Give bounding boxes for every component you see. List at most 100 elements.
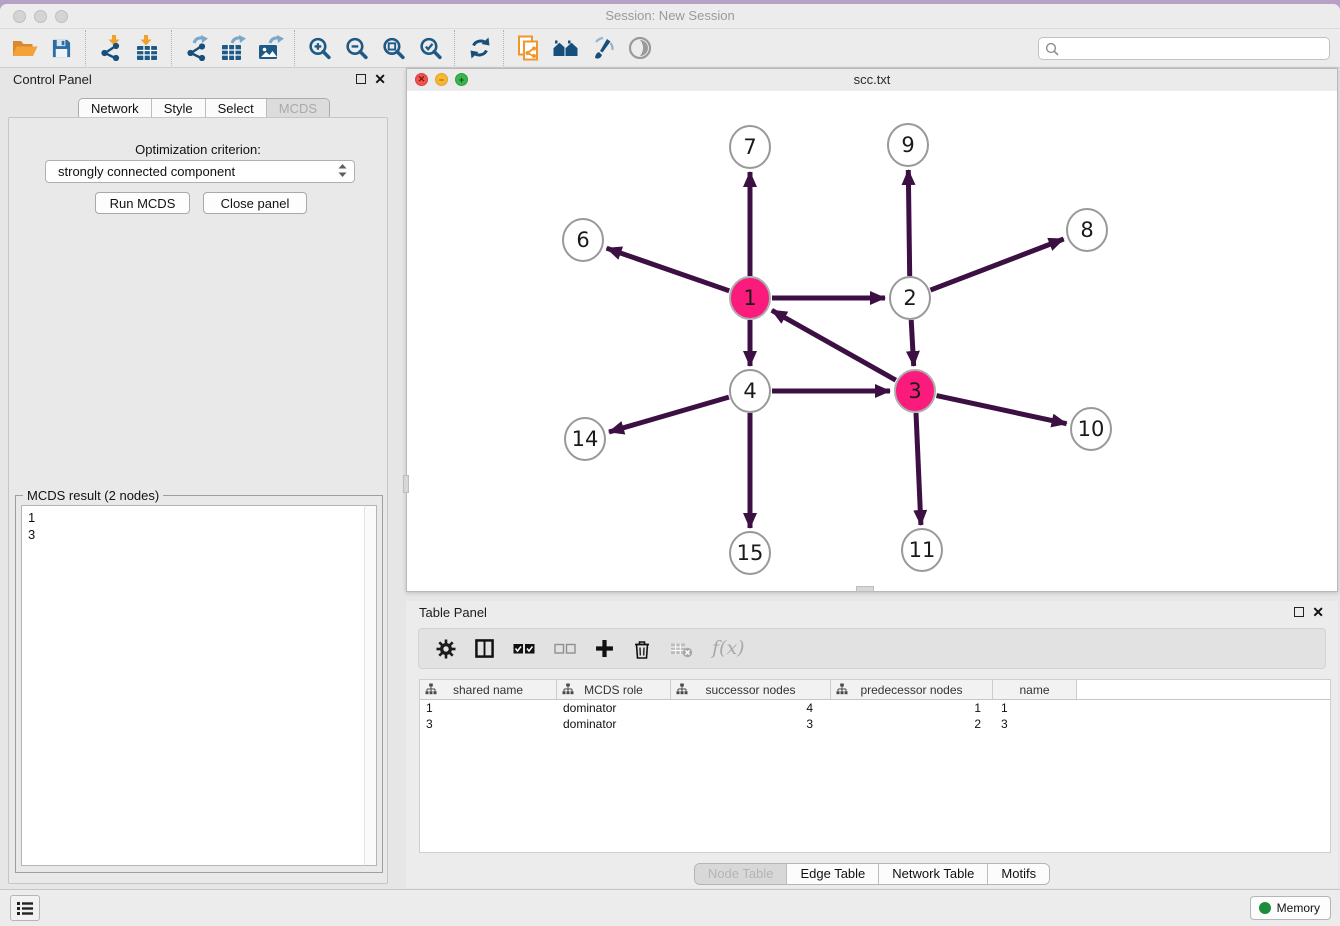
import-table-button[interactable] bbox=[129, 31, 166, 65]
graph-edge-3-1[interactable] bbox=[772, 310, 896, 380]
close-window-button[interactable] bbox=[13, 10, 26, 23]
graph-node-6[interactable]: 6 bbox=[563, 219, 603, 261]
table-row[interactable]: 1 dominator 4 1 1 bbox=[420, 700, 1330, 716]
graph-edge-2-8[interactable] bbox=[931, 239, 1064, 290]
close-table-panel-icon[interactable]: ✕ bbox=[1312, 606, 1324, 618]
graph-node-14[interactable]: 14 bbox=[565, 418, 605, 460]
show-graphics-button[interactable] bbox=[621, 31, 658, 65]
graph-node-2[interactable]: 2 bbox=[890, 277, 930, 319]
tab-motifs[interactable]: Motifs bbox=[988, 864, 1049, 884]
main-toolbar bbox=[0, 29, 1340, 68]
search-input[interactable] bbox=[1059, 40, 1329, 57]
splitter-grip-horizontal[interactable] bbox=[856, 586, 874, 592]
run-mcds-button[interactable]: Run MCDS bbox=[95, 192, 190, 214]
minimize-window-button[interactable] bbox=[34, 10, 47, 23]
table-settings-button[interactable] bbox=[436, 639, 456, 659]
import-network-button[interactable] bbox=[92, 31, 129, 65]
graph-node-3[interactable]: 3 bbox=[895, 370, 935, 412]
export-image-button[interactable] bbox=[252, 31, 289, 65]
tab-network-table[interactable]: Network Table bbox=[879, 864, 988, 884]
reset-home-button[interactable] bbox=[547, 31, 584, 65]
tab-edge-table[interactable]: Edge Table bbox=[787, 864, 879, 884]
mcds-result-text[interactable]: 1 3 bbox=[21, 505, 377, 866]
export-image-icon bbox=[258, 35, 284, 61]
column-header-predecessor-nodes[interactable]: predecessor nodes bbox=[831, 680, 993, 699]
header-filler bbox=[1077, 680, 1330, 699]
network-minimize-button[interactable]: − bbox=[435, 73, 448, 86]
network-canvas[interactable]: 1 2 3 4 6 7 8 9 10 11 14 15 bbox=[407, 91, 1337, 591]
network-graph[interactable]: 1 2 3 4 6 7 8 9 10 11 14 15 bbox=[407, 91, 1337, 591]
table-tabs-bar: Node Table Edge Table Network Table Moti… bbox=[406, 863, 1338, 885]
svg-text:8: 8 bbox=[1080, 218, 1093, 242]
select-stepper-icon bbox=[337, 163, 348, 181]
refresh-icon bbox=[468, 36, 492, 60]
network-close-button[interactable]: ✕ bbox=[415, 73, 428, 86]
export-network-button[interactable] bbox=[178, 31, 215, 65]
tab-style[interactable]: Style bbox=[152, 99, 206, 119]
delete-table-button-disabled bbox=[670, 640, 693, 658]
zoom-out-button[interactable] bbox=[338, 31, 375, 65]
result-scrollbar[interactable] bbox=[364, 505, 377, 866]
splitter-grip-vertical[interactable] bbox=[403, 475, 409, 493]
import-network-icon bbox=[99, 35, 123, 61]
graph-edge-3-10[interactable] bbox=[937, 396, 1067, 424]
toolbar-separator bbox=[294, 30, 296, 66]
zoom-in-button[interactable] bbox=[301, 31, 338, 65]
float-panel-icon[interactable] bbox=[356, 74, 366, 84]
home-icon bbox=[552, 37, 580, 59]
graph-node-15[interactable]: 15 bbox=[730, 532, 770, 574]
memory-button[interactable]: Memory bbox=[1250, 896, 1331, 920]
zoom-fit-button[interactable] bbox=[375, 31, 412, 65]
tab-node-table[interactable]: Node Table bbox=[695, 864, 788, 884]
graph-node-1[interactable]: 1 bbox=[730, 277, 770, 319]
column-header-mcds-role[interactable]: MCDS role bbox=[557, 680, 671, 699]
graph-edge-4-14[interactable] bbox=[609, 397, 729, 432]
show-panels-button[interactable] bbox=[10, 895, 40, 921]
columns-icon bbox=[475, 639, 494, 658]
open-folder-icon bbox=[11, 37, 38, 59]
open-session-button[interactable] bbox=[6, 31, 43, 65]
graph-node-8[interactable]: 8 bbox=[1067, 209, 1107, 251]
save-session-button[interactable] bbox=[43, 31, 80, 65]
maximize-window-button[interactable] bbox=[55, 10, 68, 23]
zoom-selected-button[interactable] bbox=[412, 31, 449, 65]
tab-network[interactable]: Network bbox=[79, 99, 152, 119]
graph-edge-1-6[interactable] bbox=[607, 248, 730, 291]
graph-node-11[interactable]: 11 bbox=[902, 529, 942, 571]
hierarchy-icon bbox=[676, 683, 688, 695]
node-table: shared name MCDS role successor nodes pr… bbox=[419, 679, 1331, 853]
checked-boxes-icon bbox=[513, 642, 535, 655]
tab-mcds[interactable]: MCDS bbox=[267, 99, 329, 119]
column-header-successor-nodes[interactable]: successor nodes bbox=[671, 680, 831, 699]
float-table-panel-icon[interactable] bbox=[1294, 607, 1304, 617]
table-row[interactable]: 3 dominator 3 2 3 bbox=[420, 716, 1330, 732]
column-label: name bbox=[1019, 683, 1049, 697]
column-header-shared-name[interactable]: shared name bbox=[420, 680, 557, 699]
graph-edge-3-11[interactable] bbox=[916, 413, 921, 525]
tab-select[interactable]: Select bbox=[206, 99, 267, 119]
create-column-button[interactable] bbox=[595, 639, 614, 658]
clone-network-icon bbox=[517, 35, 541, 62]
graph-edge-2-3[interactable] bbox=[911, 320, 914, 366]
unselect-all-columns-button[interactable] bbox=[554, 642, 576, 655]
network-maximize-button[interactable]: + bbox=[455, 73, 468, 86]
select-all-columns-button[interactable] bbox=[513, 642, 535, 655]
cell-mcds-role: dominator bbox=[557, 701, 671, 715]
close-panel-icon[interactable]: ✕ bbox=[374, 73, 386, 85]
column-label: successor nodes bbox=[705, 683, 795, 697]
paint-style-button[interactable] bbox=[584, 31, 621, 65]
column-header-name[interactable]: name bbox=[993, 680, 1077, 699]
close-panel-button[interactable]: Close panel bbox=[203, 192, 307, 214]
export-table-button[interactable] bbox=[215, 31, 252, 65]
criterion-select[interactable]: strongly connected component bbox=[45, 160, 355, 183]
graph-node-4[interactable]: 4 bbox=[730, 370, 770, 412]
graph-node-9[interactable]: 9 bbox=[888, 124, 928, 166]
clone-network-button[interactable] bbox=[510, 31, 547, 65]
refresh-view-button[interactable] bbox=[461, 31, 498, 65]
graph-node-10[interactable]: 10 bbox=[1071, 408, 1111, 450]
show-column-panel-button[interactable] bbox=[475, 639, 494, 658]
graph-node-7[interactable]: 7 bbox=[730, 126, 770, 168]
delete-column-button[interactable] bbox=[633, 639, 651, 659]
network-title-bar[interactable]: ✕ − + scc.txt bbox=[407, 69, 1337, 92]
graph-edge-2-9[interactable] bbox=[908, 170, 909, 276]
